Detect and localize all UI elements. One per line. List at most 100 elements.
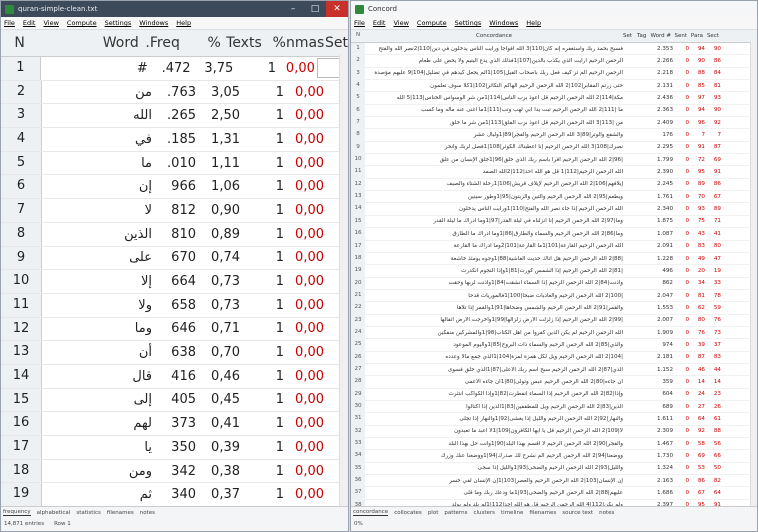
tab-notes[interactable]: notes: [599, 510, 614, 516]
concordance-row[interactable]: 18 |88|2 الله الرحمن الرحيم هل أتاك حديث …: [351, 252, 757, 266]
col-header-para[interactable]: Para: [687, 33, 703, 39]
tab-concordance[interactable]: concordance: [353, 509, 389, 516]
concordance-row[interactable]: 33 والفجر|90|2 الله الرحمن الرحيم لا أقسم…: [351, 438, 757, 451]
tab-timeline[interactable]: timeline: [501, 510, 523, 516]
concordance-row[interactable]: 9 نصرك|108|3 الله الرحمن الرحيم إنا أعطين…: [351, 141, 757, 155]
close-icon[interactable]: ✕: [326, 1, 348, 17]
wordlist-row[interactable]: 13 أن 638 0,70 1 0,00: [1, 341, 348, 365]
wordlist-row[interactable]: 19 ثم 340 0,37 1 0,00: [1, 483, 348, 508]
concordance-row[interactable]: 16 وما|86|2 الله الرحمن الرحيم والسماء وا…: [351, 228, 757, 241]
concordance-row[interactable]: 34 ووضعنا|94|2 الله الرحمن الرحيم ألم نشر…: [351, 450, 757, 463]
wordlist-row[interactable]: 5 ما .010 1,11 1 0,00: [1, 151, 348, 176]
concordance-row[interactable]: 30 الذين|83|2 الله الرحمن الرحيم ويل للمط…: [351, 400, 757, 414]
tab-patterns[interactable]: patterns: [444, 510, 467, 516]
wordlist-row[interactable]: 18 ومن 342 0,38 1 0,00: [1, 459, 348, 484]
concordance-row[interactable]: 22 والقمر|91|2 الله الرحمن الرحيم والشمس …: [351, 302, 757, 315]
menu-edit[interactable]: Edit: [373, 19, 386, 27]
tab-collocates[interactable]: collocates: [394, 510, 422, 516]
concordance-row[interactable]: 19 |81|2 الله الرحمن الرحيم إذا الشمس كور…: [351, 265, 757, 278]
menu-help[interactable]: Help: [526, 19, 541, 27]
concordance-row[interactable]: 10 |96|2 الله الرحمن الرحيم اقرأ باسم ربك…: [351, 154, 757, 167]
wordlist-row[interactable]: 17 يا 350 0,39 1 0,00: [1, 436, 348, 460]
concordance-row[interactable]: 37 عليهم|88|2 الله الرحمن الرحيم والضحى|9…: [351, 487, 757, 500]
wordlist-row[interactable]: 4 في .185 1,31 1 0,00: [1, 128, 348, 152]
wordlist-row[interactable]: 15 إلى 405 0,45 1 0,00: [1, 388, 348, 413]
wordlist-row[interactable]: 7 لا 812 0,90 1 0,00: [1, 199, 348, 223]
wordlist-titlebar[interactable]: quran-simple-clean.txt – □ ✕: [1, 1, 348, 17]
concordance-row[interactable]: 24 الله الرحمن الرحيم لم يكن الذين كفروا …: [351, 326, 757, 340]
wordlist-row[interactable]: 9 على 670 0,74 1 0,00: [1, 246, 348, 271]
concordance-row[interactable]: 13 ويطعم|95|2 الله الرحمن الرحيم والتين و…: [351, 191, 757, 204]
concordance-row[interactable]: 21 |100|2 الله الرحمن الرحيم والعاديات ضب…: [351, 289, 757, 303]
concordance-row[interactable]: 32 لا|109|2 الله الرحمن الرحيم قل يا أيها…: [351, 425, 757, 438]
concordance-row[interactable]: 1 فسبح بحمد ربك واستغفره إنه كان|110|3 ال…: [351, 43, 757, 56]
wordlist-row[interactable]: 8 الذين 810 0,89 1 0,00: [1, 222, 348, 247]
concordance-row[interactable]: 23 |99|2 الله الرحمن الرحيم إذا زلزلت الأ…: [351, 314, 757, 327]
concordance-row[interactable]: 4 حتى زرتم المقابر|102|2 الله الرحمن الرح…: [351, 80, 757, 93]
wordlist-row[interactable]: 11 ولا 658 0,73 1 0,00: [1, 293, 348, 318]
col-header-word[interactable]: Word: [38, 35, 141, 51]
tab-notes[interactable]: notes: [140, 510, 155, 516]
col-header-freq[interactable]: .Freq: [141, 35, 179, 51]
wordlist-scrollbar[interactable]: [339, 55, 348, 507]
concordance-row[interactable]: 36 إن الإنسان|103|2 الله الرحمن الرحيم وا…: [351, 475, 757, 488]
concordance-row[interactable]: 20 وأذنت|84|2 الله الرحمن الرحيم إذا السم…: [351, 277, 757, 290]
concordance-row[interactable]: 2 الرحمن الرحيم أرأيت الذي يكذب بالدين|10…: [351, 55, 757, 68]
menu-view[interactable]: View: [393, 19, 408, 27]
col-header-pct2[interactable]: %: [262, 35, 286, 51]
minimize-icon[interactable]: –: [282, 4, 304, 14]
menu-compute[interactable]: Compute: [417, 19, 447, 27]
concordance-row[interactable]: 8 والشفع والوتر|89|3 الله الرحمن الرحيم و…: [351, 129, 757, 142]
menu-compute[interactable]: Compute: [67, 19, 97, 27]
col-header-word[interactable]: Word #: [649, 33, 672, 39]
col-header-set[interactable]: Set: [623, 33, 637, 39]
menu-edit[interactable]: Edit: [23, 19, 36, 27]
concordance-row[interactable]: 3 الرحمن الرحيم ألم تر كيف فعل ربك بأصحاب…: [351, 67, 757, 81]
concordance-row[interactable]: 11 الله الرحمن الرحيم|112|1 قل هو الله أح…: [351, 166, 757, 179]
menu-settings[interactable]: Settings: [455, 19, 482, 27]
menu-windows[interactable]: Windows: [139, 19, 168, 27]
tab-clusters[interactable]: clusters: [473, 510, 495, 516]
menu-file[interactable]: File: [4, 19, 15, 27]
concordance-row[interactable]: 26 |104|2 الله الرحمن الرحيم ويل لكل همزة…: [351, 351, 757, 364]
tab-plot[interactable]: plot: [428, 510, 439, 516]
concord-scrollbar[interactable]: [750, 41, 757, 507]
wordlist-row[interactable]: 12 وما 646 0,71 1 0,00: [1, 317, 348, 342]
col-header-set[interactable]: Set: [322, 35, 348, 51]
concordance-row[interactable]: 7 من |113|3 الله الرحمن الرحيم قل أعوذ بر…: [351, 117, 757, 130]
col-header-n[interactable]: N: [1, 35, 38, 51]
concordance-row[interactable]: 17 الله الرحمن الرحيم القارعة|101|1ما الق…: [351, 240, 757, 253]
wordlist-row[interactable]: 2 من .763 3,05 1 0,00: [1, 80, 348, 105]
wordlist-row[interactable]: 6 إن 966 1,06 1 0,00: [1, 175, 348, 200]
concordance-row[interactable]: 14 الله الرحمن الرحيم إذا جاء نصر الله وا…: [351, 203, 757, 216]
menu-file[interactable]: File: [354, 19, 365, 27]
maximize-icon[interactable]: □: [304, 4, 326, 14]
wordlist-row[interactable]: 1 # .472 3,75 1 0,00: [1, 57, 348, 81]
menu-help[interactable]: Help: [176, 19, 191, 27]
col-header-sent[interactable]: Sent: [671, 33, 687, 39]
col-header-lemmas[interactable]: nmas: [286, 35, 324, 51]
concordance-row[interactable]: 35 والليل|93|2 الله الرحمن الرحيم والضحى|…: [351, 462, 757, 476]
tab-source-text[interactable]: source text: [562, 510, 593, 516]
tab-frequency[interactable]: frequency: [3, 509, 31, 516]
menu-settings[interactable]: Settings: [105, 19, 132, 27]
concordance-row[interactable]: 29 وإذا|82|2 الله الرحمن الرحيم إذا السما…: [351, 388, 757, 401]
concordance-row[interactable]: 25 والذي|85|2 الله الرحمن الرحيم والسماء …: [351, 339, 757, 352]
tab-alphabetical[interactable]: alphabetical: [37, 510, 71, 516]
col-header-sect[interactable]: Sect: [703, 33, 719, 39]
concordance-row[interactable]: 6 ما |111|2 الله الرحمن الرحيم تبت يدا أب…: [351, 104, 757, 118]
wordlist-row[interactable]: 14 قال 416 0,46 1 0,00: [1, 364, 348, 389]
concordance-row[interactable]: 5 مكة|114|2 الله الرحمن الرحيم قل أعوذ بر…: [351, 92, 757, 105]
col-header-texts[interactable]: Texts: [221, 35, 262, 51]
concordance-row[interactable]: 31 والنهار|92|2 الله الرحمن الرحيم والليل…: [351, 413, 757, 426]
menu-windows[interactable]: Windows: [489, 19, 518, 27]
tab-filenames[interactable]: filenames: [107, 510, 134, 516]
col-header-concordance[interactable]: Concordance: [365, 33, 623, 39]
tab-statistics[interactable]: statistics: [76, 510, 101, 516]
concordance-row[interactable]: 12 إيلافهم|106|2 الله الرحمن الرحيم لإيلا…: [351, 178, 757, 192]
wordlist-row[interactable]: 3 الله .265 2,50 1 0,00: [1, 104, 348, 129]
menu-view[interactable]: View: [43, 19, 58, 27]
concordance-row[interactable]: 28 أن جاءه|80|2 الله الرحمن الرحيم عبس وت…: [351, 376, 757, 389]
tab-filenames[interactable]: filenames: [529, 510, 556, 516]
wordlist-row[interactable]: 16 لهم 373 0,41 1 0,00: [1, 412, 348, 436]
